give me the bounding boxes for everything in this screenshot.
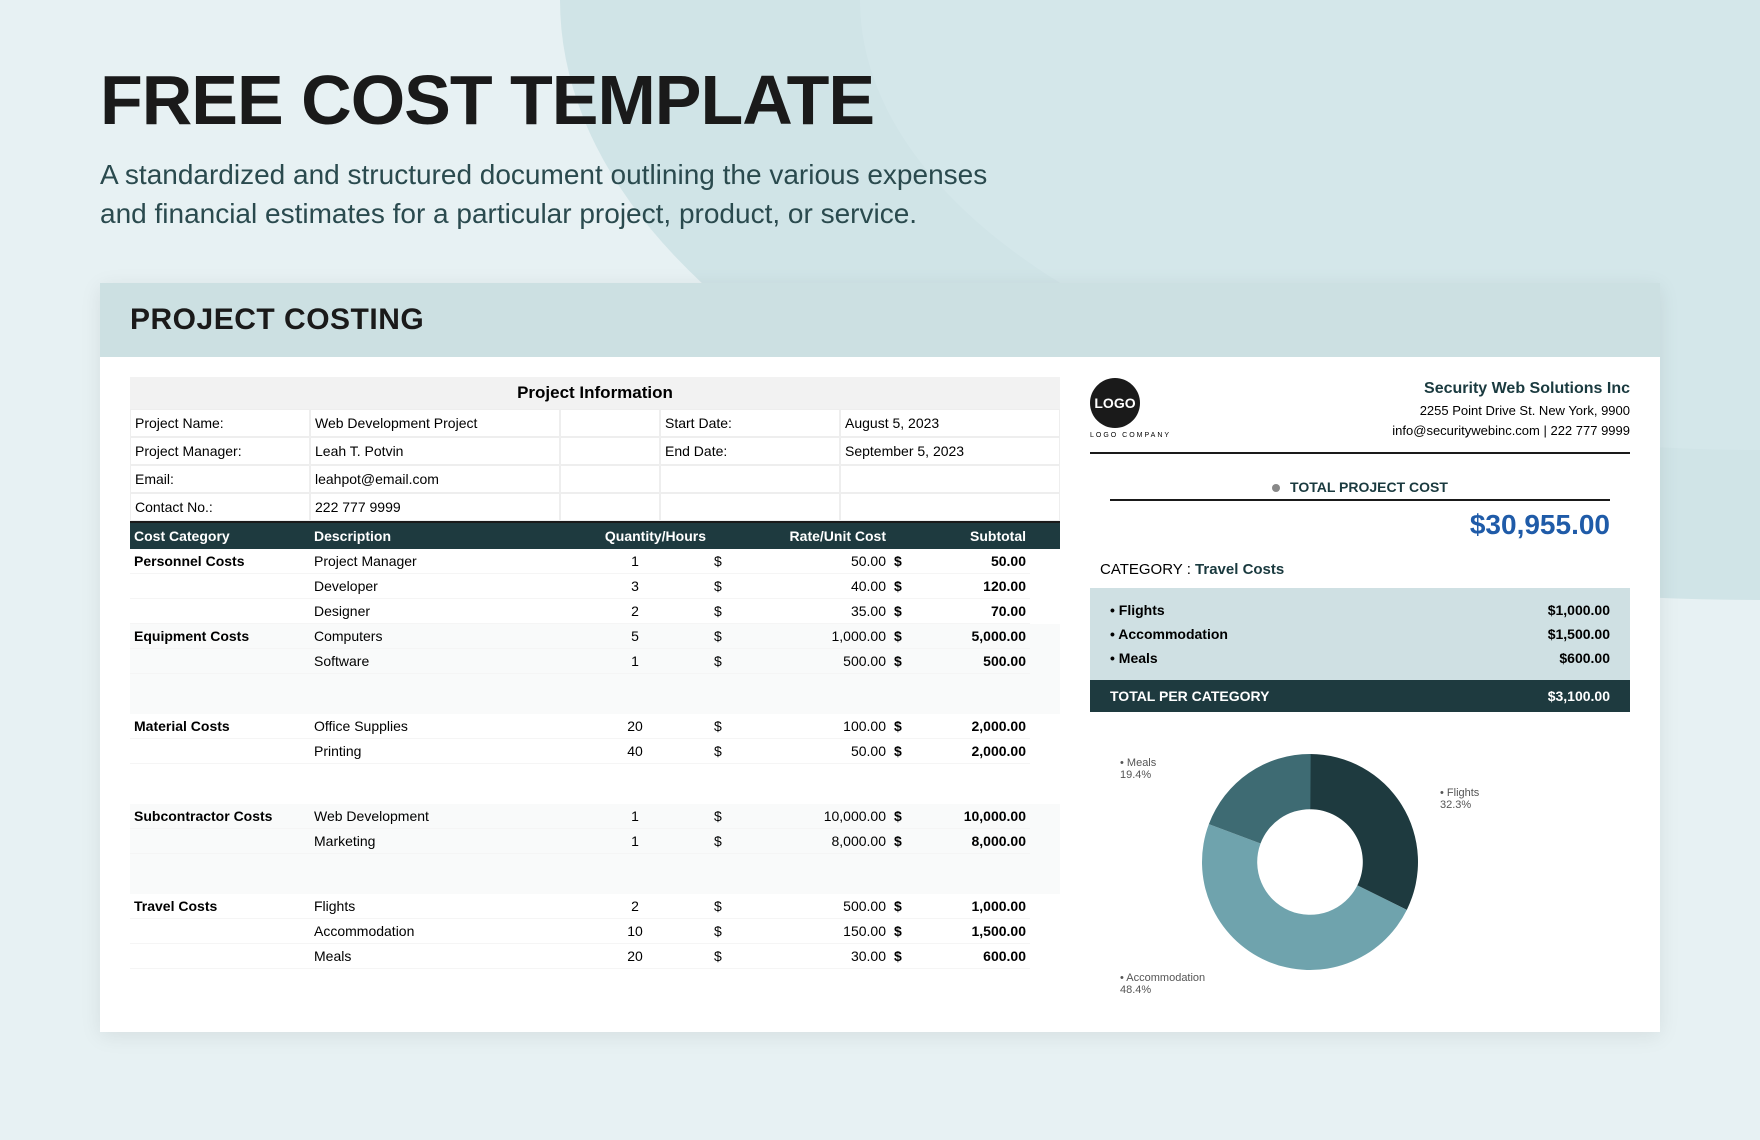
col-rate: Rate/Unit Cost (740, 523, 890, 549)
table-row: Developer3$40.00$120.00 (130, 574, 1060, 599)
table-row: Equipment CostsComputers5$1,000.00$5,000… (130, 624, 1060, 649)
col-subtotal: Subtotal (920, 523, 1030, 549)
table-row: Subcontractor CostsWeb Development1$10,0… (130, 804, 1060, 829)
category-items: • Flights$1,000.00• Accommodation$1,500.… (1090, 588, 1630, 680)
info-value: September 5, 2023 (840, 437, 1060, 465)
info-value: 222 777 9999 (310, 493, 560, 521)
donut-chart: • Flights32.3% • Accommodation48.4% • Meal… (1090, 732, 1630, 1012)
company-name: Security Web Solutions Inc (1392, 377, 1630, 401)
info-value (840, 493, 1060, 521)
table-row: Meals20$30.00$600.00 (130, 944, 1060, 969)
table-row: Accommodation10$150.00$1,500.00 (130, 919, 1060, 944)
donut-svg (1190, 742, 1430, 982)
cost-table-body: Personnel CostsProject Manager1$50.00$50… (130, 549, 1060, 969)
doc-title: PROJECT COSTING (130, 303, 1630, 337)
info-label: Project Manager: (130, 437, 310, 465)
col-qty: Quantity/Hours (560, 523, 710, 549)
info-value (840, 465, 1060, 493)
info-label (660, 493, 840, 521)
costing-table-panel: Project Information Project Name:Web Dev… (130, 377, 1060, 1012)
info-label: Project Name: (130, 409, 310, 437)
info-label (660, 465, 840, 493)
category-heading: CATEGORY : Travel Costs (1090, 561, 1630, 578)
total-project-cost-label: TOTAL PROJECT COST (1090, 479, 1630, 495)
info-value: Web Development Project (310, 409, 560, 437)
company-address: 2255 Point Drive St. New York, 9900 (1392, 401, 1630, 421)
page-subtitle: A standardized and structured document o… (100, 155, 1000, 233)
page-header: FREE COST TEMPLATE A standardized and st… (0, 0, 1760, 273)
info-label: Start Date: (660, 409, 840, 437)
info-value: August 5, 2023 (840, 409, 1060, 437)
category-total-row: TOTAL PER CATEGORY $3,100.00 (1090, 680, 1630, 712)
category-total-value: $3,100.00 (1548, 688, 1610, 704)
logo-block: LOGO LOGO COMPANY (1090, 378, 1171, 439)
info-label: Email: (130, 465, 310, 493)
summary-panel: LOGO LOGO COMPANY Security Web Solutions… (1090, 377, 1630, 1012)
donut-slice (1310, 754, 1418, 910)
table-row: Material CostsOffice Supplies20$100.00$2… (130, 714, 1060, 739)
category-item: • Accommodation$1,500.00 (1110, 622, 1610, 646)
page-title: FREE COST TEMPLATE (100, 60, 1660, 140)
chart-slice-label: • Meals19.4% (1120, 757, 1156, 781)
info-value (560, 409, 660, 437)
company-header: LOGO LOGO COMPANY Security Web Solutions… (1090, 377, 1630, 454)
company-info: Security Web Solutions Inc 2255 Point Dr… (1392, 377, 1630, 440)
document-preview: PROJECT COSTING Project Information Proj… (100, 283, 1660, 1032)
table-row: Travel CostsFlights2$500.00$1,000.00 (130, 894, 1060, 919)
col-category: Cost Category (130, 523, 310, 549)
info-label: End Date: (660, 437, 840, 465)
category-item: • Flights$1,000.00 (1110, 598, 1610, 622)
table-row: Software1$500.00$500.00 (130, 649, 1060, 674)
table-row: Marketing1$8,000.00$8,000.00 (130, 829, 1060, 854)
doc-title-bar: PROJECT COSTING (100, 283, 1660, 357)
project-info-grid: Project Name:Web Development Project Star… (130, 409, 1060, 523)
table-row: Designer2$35.00$70.00 (130, 599, 1060, 624)
info-value (560, 437, 660, 465)
info-value: Leah T. Potvin (310, 437, 560, 465)
logo-icon: LOGO (1090, 378, 1140, 428)
category-total-label: TOTAL PER CATEGORY (1110, 688, 1269, 704)
chart-slice-label: • Flights32.3% (1440, 787, 1479, 811)
chart-slice-label: • Accommodation48.4% (1120, 972, 1205, 996)
project-info-header: Project Information (130, 377, 1060, 409)
logo-subtext: LOGO COMPANY (1090, 432, 1171, 439)
info-value (560, 493, 660, 521)
table-row: Printing40$50.00$2,000.00 (130, 739, 1060, 764)
category-item: • Meals$600.00 (1110, 646, 1610, 670)
cost-table-header: Cost Category Description Quantity/Hours… (130, 523, 1060, 549)
col-description: Description (310, 523, 560, 549)
info-value (560, 465, 660, 493)
table-row: Personnel CostsProject Manager1$50.00$50… (130, 549, 1060, 574)
total-project-cost-value: $30,955.00 (1090, 509, 1630, 541)
info-label: Contact No.: (130, 493, 310, 521)
info-value: leahpot@email.com (310, 465, 560, 493)
company-contact: info@securitywebinc.com | 222 777 9999 (1392, 421, 1630, 441)
